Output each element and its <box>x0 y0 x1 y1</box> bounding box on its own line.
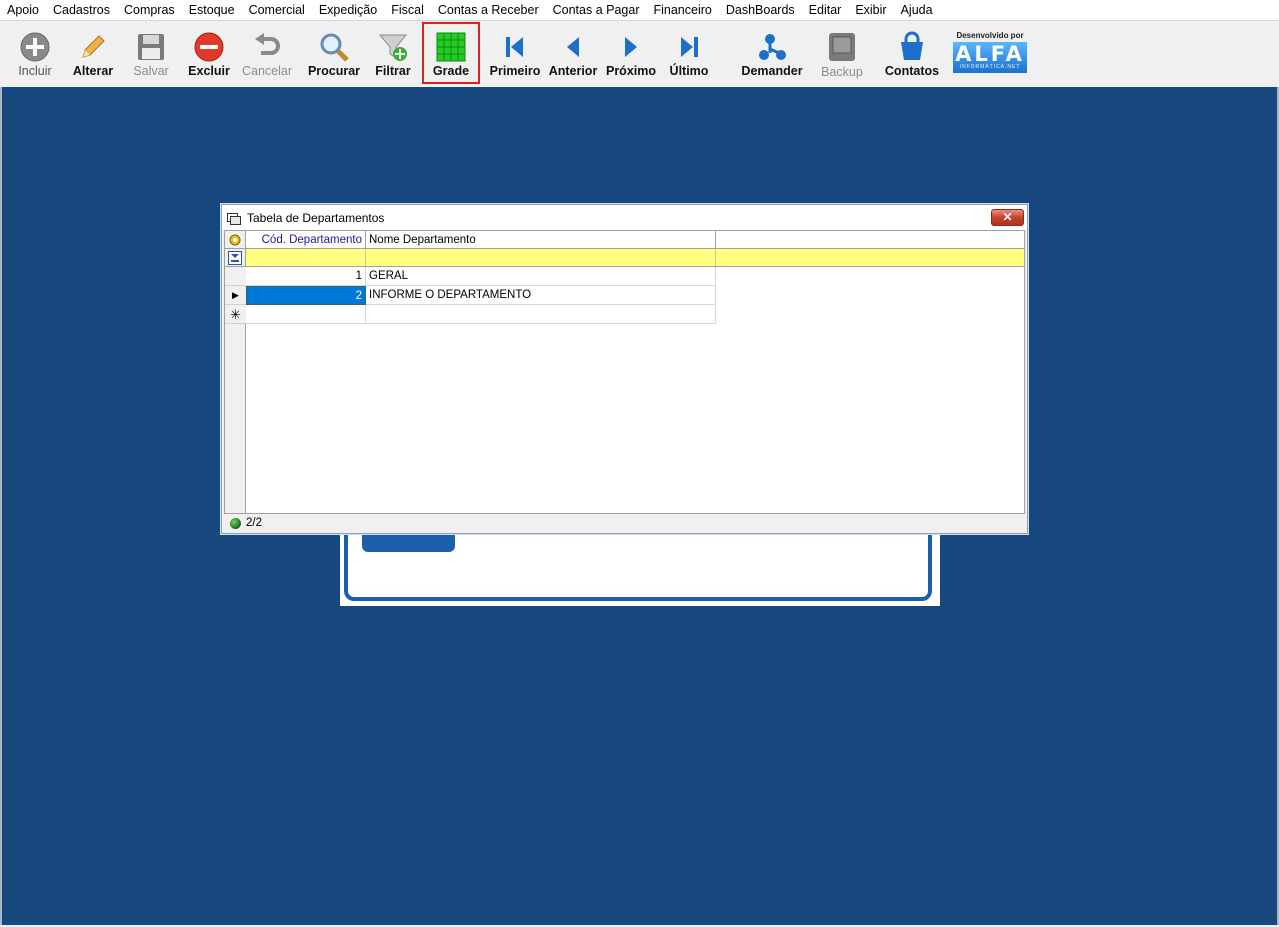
first-record-icon <box>506 37 523 57</box>
cancelar-button[interactable]: Cancelar <box>239 23 295 83</box>
menu-cadastros[interactable]: Cadastros <box>46 0 117 20</box>
cell-nome[interactable]: INFORME O DEPARTAMENTO <box>366 286 716 305</box>
menu-apoio[interactable]: Apoio <box>0 0 46 20</box>
salvar-button[interactable]: Salvar <box>126 23 176 83</box>
departments-grid[interactable]: Cód. Departamento Nome Departamento ▶ ✳ … <box>224 230 1025 514</box>
new-row-cod-cell[interactable] <box>246 305 366 324</box>
menu-editar[interactable]: Editar <box>802 0 849 20</box>
close-button[interactable]: ✕ <box>991 209 1024 226</box>
window-titlebar[interactable]: Tabela de Departamentos ✕ <box>222 205 1027 230</box>
next-record-icon <box>625 37 637 57</box>
window-icon <box>227 213 241 225</box>
toolbar: Incluir Alterar Salvar Excluir Cancelar <box>0 20 1279 88</box>
window-title: Tabela de Departamentos <box>247 211 385 225</box>
undo-icon <box>255 33 280 55</box>
record-count: 2/2 <box>246 517 262 529</box>
filter-cod-input[interactable] <box>246 249 366 266</box>
funnel-plus-icon <box>378 34 408 61</box>
column-header-nome[interactable]: Nome Departamento <box>366 231 716 249</box>
new-row-asterisk-icon[interactable]: ✳ <box>225 305 246 324</box>
share-nodes-icon <box>759 34 786 60</box>
menu-estoque[interactable]: Estoque <box>182 0 242 20</box>
procurar-button[interactable]: Procurar <box>306 23 362 83</box>
departamentos-window: Tabela de Departamentos ✕ Cód. Departame… <box>221 204 1028 534</box>
alfa-logo-text: ALFA <box>955 42 1025 66</box>
incluir-button[interactable]: Incluir <box>10 23 60 83</box>
menu-bar: Apoio Cadastros Compras Estoque Comercia… <box>0 0 1279 20</box>
shopping-bag-icon <box>901 31 923 60</box>
grid-settings-icon[interactable] <box>225 231 246 249</box>
filter-row <box>246 249 1024 267</box>
alterar-button[interactable]: Alterar <box>68 23 118 83</box>
ultimo-button[interactable]: Último <box>662 23 716 83</box>
minus-circle-icon <box>194 32 224 62</box>
menu-exibir[interactable]: Exibir <box>848 0 893 20</box>
anterior-button[interactable]: Anterior <box>546 23 600 83</box>
contatos-button[interactable]: Contatos <box>882 23 942 83</box>
background-logo-panel <box>340 510 940 606</box>
current-row-arrow-icon[interactable]: ▶ <box>225 286 246 305</box>
last-record-icon <box>681 37 698 57</box>
cell-cod-selected[interactable]: 2 <box>246 286 366 305</box>
primeiro-button[interactable]: Primeiro <box>488 23 542 83</box>
column-header-empty <box>716 231 1024 249</box>
row-indicator-column: ▶ ✳ <box>225 267 246 513</box>
pencil-icon <box>82 35 105 58</box>
status-led-icon <box>230 518 241 529</box>
menu-compras[interactable]: Compras <box>117 0 182 20</box>
row-indicator[interactable] <box>225 267 246 286</box>
excluir-button[interactable]: Excluir <box>184 23 234 83</box>
record-status-bar: 2/2 <box>224 515 1025 532</box>
cell-cod[interactable]: 1 <box>246 267 366 286</box>
menu-ajuda[interactable]: Ajuda <box>894 0 940 20</box>
cell-nome[interactable]: GERAL <box>366 267 716 286</box>
filtrar-button[interactable]: Filtrar <box>368 23 418 83</box>
menu-contas-a-pagar[interactable]: Contas a Pagar <box>546 0 647 20</box>
plus-circle-icon <box>20 32 50 62</box>
menu-expedicao[interactable]: Expedição <box>312 0 384 20</box>
filter-row-icon <box>225 249 246 267</box>
alfa-logo: ALFA INFORMÁTICA.NET <box>953 42 1027 73</box>
previous-record-icon <box>567 37 579 57</box>
menu-contas-a-receber[interactable]: Contas a Receber <box>431 0 546 20</box>
proximo-button[interactable]: Próximo <box>604 23 658 83</box>
backup-disk-icon <box>829 33 855 61</box>
magnifier-icon <box>320 33 349 62</box>
floppy-disk-icon <box>138 34 164 60</box>
backup-button[interactable]: Backup <box>814 23 870 83</box>
developer-caption: Desenvolvido por <box>956 31 1024 40</box>
demander-button[interactable]: Demander <box>740 23 804 83</box>
menu-financeiro[interactable]: Financeiro <box>646 0 718 20</box>
alfa-logo-sub: INFORMÁTICA.NET <box>959 64 1021 70</box>
column-header-cod[interactable]: Cód. Departamento <box>246 231 366 249</box>
new-row-nome-cell[interactable] <box>366 305 716 324</box>
filter-nome-input[interactable] <box>366 249 716 266</box>
grid-icon <box>436 32 466 62</box>
menu-dashboards[interactable]: DashBoards <box>719 0 802 20</box>
menu-fiscal[interactable]: Fiscal <box>384 0 431 20</box>
grade-button[interactable]: Grade <box>422 22 480 84</box>
menu-comercial[interactable]: Comercial <box>242 0 312 20</box>
